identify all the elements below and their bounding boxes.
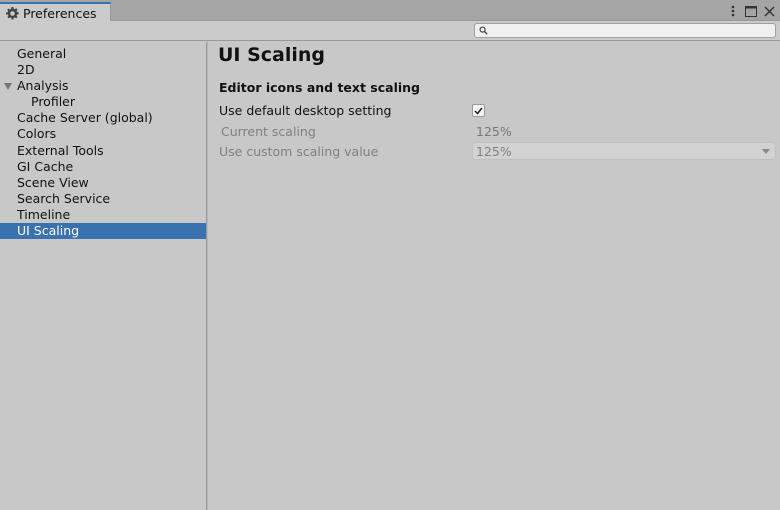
close-icon[interactable] — [762, 4, 776, 18]
sidebar-item-label: Timeline — [17, 206, 71, 222]
more-options-icon[interactable] — [726, 4, 740, 18]
sidebar-item-search-service[interactable]: Search Service — [0, 191, 206, 207]
tab-preferences[interactable]: Preferences — [0, 2, 111, 22]
current-scaling-label: Current scaling — [221, 124, 316, 139]
sidebar-item-label: Search Service — [17, 190, 111, 206]
tab-label: Preferences — [23, 5, 97, 21]
sidebar-item-gi-cache[interactable]: GI Cache — [0, 159, 206, 175]
section-title: Editor icons and text scaling — [219, 80, 421, 95]
chevron-down-icon — [762, 148, 770, 154]
checkmark-icon — [474, 107, 483, 115]
sidebar-item-label: External Tools — [17, 142, 104, 158]
preferences-window: Preferences General 2D Analysis Profiler… — [0, 0, 780, 510]
sidebar-item-colors[interactable]: Colors — [0, 126, 206, 142]
preferences-sidebar: General 2D Analysis Profiler Cache Serve… — [0, 42, 207, 510]
use-default-label: Use default desktop setting — [219, 103, 392, 118]
page-title: UI Scaling — [218, 44, 326, 66]
sidebar-item-label: General — [17, 46, 67, 61]
sidebar-item-general[interactable]: General — [0, 46, 206, 62]
sidebar-item-external-tools[interactable]: External Tools — [0, 143, 206, 159]
custom-scaling-label: Use custom scaling value — [219, 144, 379, 159]
nav-list: General 2D Analysis Profiler Cache Serve… — [0, 42, 206, 240]
sidebar-item-2d[interactable]: 2D — [0, 62, 206, 78]
sidebar-item-label: Analysis — [17, 78, 69, 94]
current-scaling-value: 125% — [476, 124, 512, 139]
search-input[interactable] — [491, 24, 775, 37]
dropdown-value: 125% — [476, 143, 512, 159]
sidebar-item-timeline[interactable]: Timeline — [0, 207, 206, 223]
sidebar-item-label: UI Scaling — [17, 223, 80, 239]
sidebar-item-label: Cache Server (global) — [17, 110, 153, 126]
sidebar-item-label: Scene View — [17, 174, 89, 190]
toolbar — [0, 21, 780, 41]
maximize-icon[interactable] — [744, 4, 758, 18]
sidebar-item-label: Profiler — [31, 94, 76, 110]
search-icon — [479, 26, 488, 35]
sidebar-item-label: 2D — [17, 62, 35, 78]
settings-panel: UI Scaling Editor icons and text scaling… — [208, 42, 780, 510]
custom-scaling-dropdown[interactable]: 125% — [472, 142, 776, 160]
gear-icon — [6, 6, 19, 20]
use-default-checkbox[interactable] — [472, 104, 485, 117]
search-field[interactable] — [474, 23, 776, 38]
sidebar-item-ui-scaling[interactable]: UI Scaling — [0, 223, 206, 240]
sidebar-item-analysis[interactable]: Analysis — [0, 78, 206, 94]
window-controls — [726, 3, 776, 19]
sidebar-item-profiler[interactable]: Profiler — [0, 94, 206, 110]
sidebar-item-label: GI Cache — [17, 158, 74, 174]
sidebar-item-cache-server[interactable]: Cache Server (global) — [0, 110, 206, 126]
sidebar-item-label: Colors — [17, 126, 57, 142]
tab-bar: Preferences — [0, 0, 780, 22]
expand-arrow-icon[interactable] — [4, 83, 12, 91]
sidebar-item-scene-view[interactable]: Scene View — [0, 175, 206, 191]
